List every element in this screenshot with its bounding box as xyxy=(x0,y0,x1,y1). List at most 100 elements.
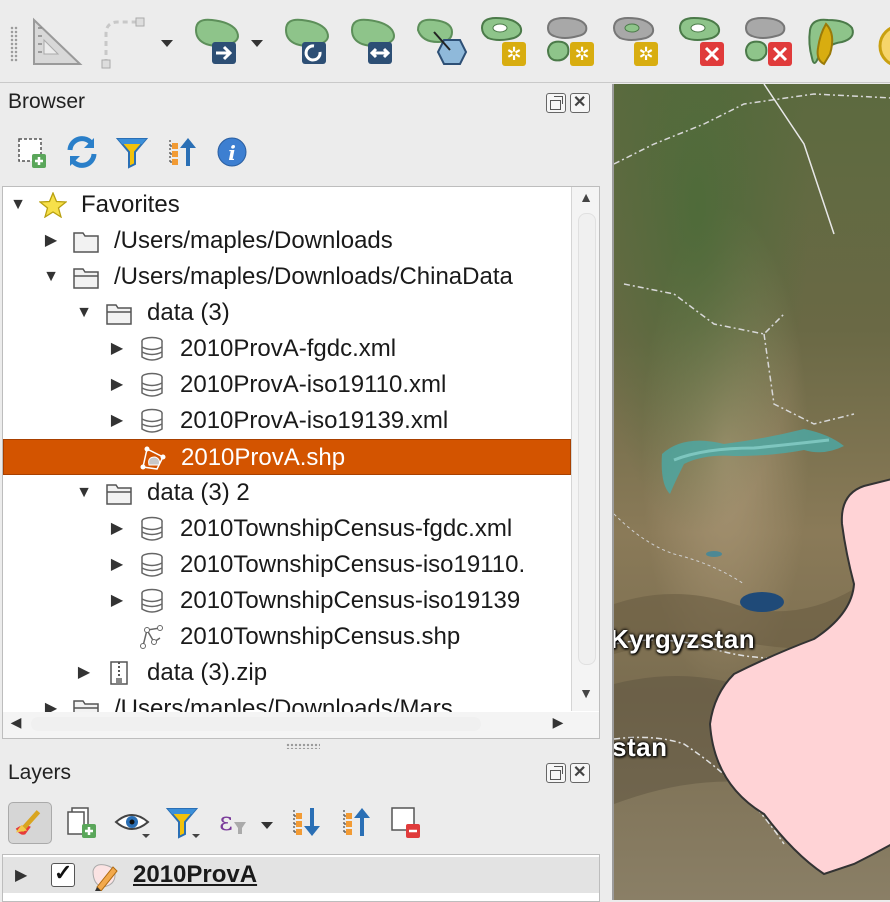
add-selected-layers-icon[interactable] xyxy=(14,134,50,170)
expand-arrow-icon[interactable]: ▶ xyxy=(75,655,93,691)
filter-icon[interactable] xyxy=(114,134,150,170)
simplify-feature-icon[interactable] xyxy=(346,14,402,70)
float-panel-button[interactable] xyxy=(546,763,566,783)
scroll-up-arrow-icon[interactable]: ▲ xyxy=(572,189,599,211)
tree-item[interactable]: ▶ 2010TownshipCensus-iso19110. xyxy=(3,547,571,583)
expand-arrow-icon[interactable]: ▶ xyxy=(108,403,126,439)
info-icon[interactable]: i xyxy=(214,134,250,170)
tree-item-label: /Users/maples/Downloads/Mars xyxy=(114,695,453,714)
tree-item[interactable]: ▼ Favorites xyxy=(3,187,571,223)
add-part-icon[interactable]: ✲ xyxy=(544,14,600,70)
editing-pencil-icon xyxy=(89,861,121,892)
tree-item[interactable]: 2010TownshipCensus.shp xyxy=(3,619,571,655)
expand-arrow-icon[interactable]: ▶ xyxy=(42,223,60,259)
collapse-arrow-icon[interactable]: ▼ xyxy=(9,187,27,223)
polygon-layer-icon xyxy=(139,445,167,471)
expand-arrow-icon[interactable]: ▶ xyxy=(108,547,126,583)
tree-item-label: 2010TownshipCensus-iso19110. xyxy=(180,551,526,578)
add-ring-icon[interactable]: ✲ xyxy=(478,14,534,70)
digitizing-toolbar: ✲ ✲ ✲ xyxy=(0,0,890,83)
offset-curve-icon[interactable] xyxy=(412,14,468,70)
chevron-down-icon[interactable] xyxy=(160,36,174,50)
tree-item[interactable]: ▶ /Users/maples/Downloads xyxy=(3,223,571,259)
collapse-all-icon[interactable] xyxy=(164,134,200,170)
scroll-left-arrow-icon[interactable]: ◀ xyxy=(5,714,27,736)
measure-icon[interactable] xyxy=(30,14,86,70)
float-panel-button[interactable] xyxy=(546,93,566,113)
collapse-arrow-icon[interactable]: ▼ xyxy=(75,295,93,331)
select-dashed-icon[interactable] xyxy=(100,14,156,70)
rotate-feature-icon[interactable] xyxy=(280,14,336,70)
panel-splitter-handle[interactable] xyxy=(286,743,320,749)
expand-arrow-icon[interactable]: ▶ xyxy=(108,367,126,403)
remove-layer-icon[interactable] xyxy=(388,804,424,840)
tree-item[interactable]: ▶ 2010TownshipCensus-fgdc.xml xyxy=(3,511,571,547)
map-label-stan: stan xyxy=(612,732,668,762)
scroll-right-arrow-icon[interactable]: ▶ xyxy=(547,714,569,736)
refresh-icon[interactable] xyxy=(64,134,100,170)
scrollbar-thumb[interactable] xyxy=(578,213,596,665)
horizontal-scrollbar[interactable]: ◀ ▶ xyxy=(2,712,600,739)
tree-item[interactable]: ▼ data (3) 2 xyxy=(3,475,571,511)
delete-ring-icon[interactable] xyxy=(676,14,732,70)
filter-legend-icon[interactable] xyxy=(164,804,200,840)
chevron-down-icon[interactable] xyxy=(250,36,264,50)
tree-item[interactable]: 2010ProvA.shp xyxy=(3,439,571,475)
collapse-arrow-icon[interactable]: ▼ xyxy=(75,475,93,511)
expand-all-icon[interactable] xyxy=(288,804,324,840)
map-canvas[interactable]: Kyrgyzstan stan xyxy=(612,84,890,900)
tree-item[interactable]: ▶ 2010TownshipCensus-iso19139 xyxy=(3,583,571,619)
layers-panel-buttons xyxy=(546,762,596,785)
tree-item-label: 2010TownshipCensus-fgdc.xml xyxy=(180,515,513,542)
tree-item-label: data (3) 2 xyxy=(147,479,250,506)
tree-item[interactable]: ▶ 2010ProvA-iso19110.xml xyxy=(3,367,571,403)
database-icon xyxy=(138,516,166,542)
collapse-arrow-icon[interactable]: ▼ xyxy=(42,259,60,295)
toolbar-grip[interactable] xyxy=(10,26,18,62)
database-icon xyxy=(138,336,166,362)
tree-item-label: data (3).zip xyxy=(147,659,268,686)
expand-arrow-icon[interactable]: ▶ xyxy=(108,511,126,547)
fill-ring-icon[interactable]: ✲ xyxy=(610,14,666,70)
reshape-feature-icon[interactable] xyxy=(806,14,862,70)
folder-open-icon xyxy=(105,300,133,326)
tree-item[interactable]: ▶ 2010ProvA-iso19139.xml xyxy=(3,403,571,439)
tree-item-label: data (3) xyxy=(147,299,230,326)
vertical-scrollbar[interactable]: ▲ ▼ xyxy=(571,187,599,711)
expand-arrow-icon[interactable]: ▶ xyxy=(108,331,126,367)
tree-item[interactable]: ▶ data (3).zip xyxy=(3,655,571,691)
expression-filter-icon[interactable]: ε xyxy=(214,804,250,840)
layer-item[interactable]: ▶ 2010ProvA xyxy=(3,857,599,893)
scroll-down-arrow-icon[interactable]: ▼ xyxy=(572,685,599,707)
layers-tree[interactable]: ▶ 2010ProvA xyxy=(2,854,600,902)
line-layer-icon xyxy=(138,624,166,650)
browser-tree[interactable]: ▼ Favorites ▶ /Users/maples/Downloads ▼ /User… xyxy=(2,186,600,714)
close-panel-button[interactable] xyxy=(570,762,590,783)
tree-item-label: 2010TownshipCensus-iso19139 xyxy=(180,587,521,614)
layers-panel-title: Layers xyxy=(8,761,72,784)
tree-item[interactable]: ▶ 2010ProvA-fgdc.xml xyxy=(3,331,571,367)
zip-archive-icon xyxy=(105,660,133,686)
svg-text:✲: ✲ xyxy=(574,44,589,65)
scrollbar-thumb[interactable] xyxy=(31,717,481,731)
browser-panel-title: Browser xyxy=(8,90,86,113)
layer-visibility-checkbox[interactable] xyxy=(51,860,75,887)
folder-open-icon xyxy=(105,480,133,506)
tree-item-label: /Users/maples/Downloads xyxy=(114,227,393,254)
delete-part-icon[interactable] xyxy=(742,14,798,70)
close-panel-button[interactable] xyxy=(570,92,590,113)
expand-arrow-icon[interactable]: ▶ xyxy=(108,583,126,619)
tree-item[interactable]: ▶ /Users/maples/Downloads/Mars xyxy=(3,691,571,714)
expand-arrow-icon[interactable]: ▶ xyxy=(42,691,60,713)
tree-item[interactable]: ▼ data (3) xyxy=(3,295,571,331)
tree-item[interactable]: ▼ /Users/maples/Downloads/ChinaData xyxy=(3,259,571,295)
move-feature-icon[interactable] xyxy=(190,14,246,70)
expand-arrow-icon[interactable]: ▶ xyxy=(15,865,27,885)
svg-text:✲: ✲ xyxy=(506,44,521,65)
more-tools-icon[interactable] xyxy=(872,14,890,70)
chevron-down-icon[interactable] xyxy=(260,818,274,832)
collapse-all-icon[interactable] xyxy=(338,804,374,840)
add-group-icon[interactable] xyxy=(64,804,100,840)
visibility-eye-icon[interactable] xyxy=(114,804,150,840)
style-manager-icon[interactable] xyxy=(8,802,52,844)
